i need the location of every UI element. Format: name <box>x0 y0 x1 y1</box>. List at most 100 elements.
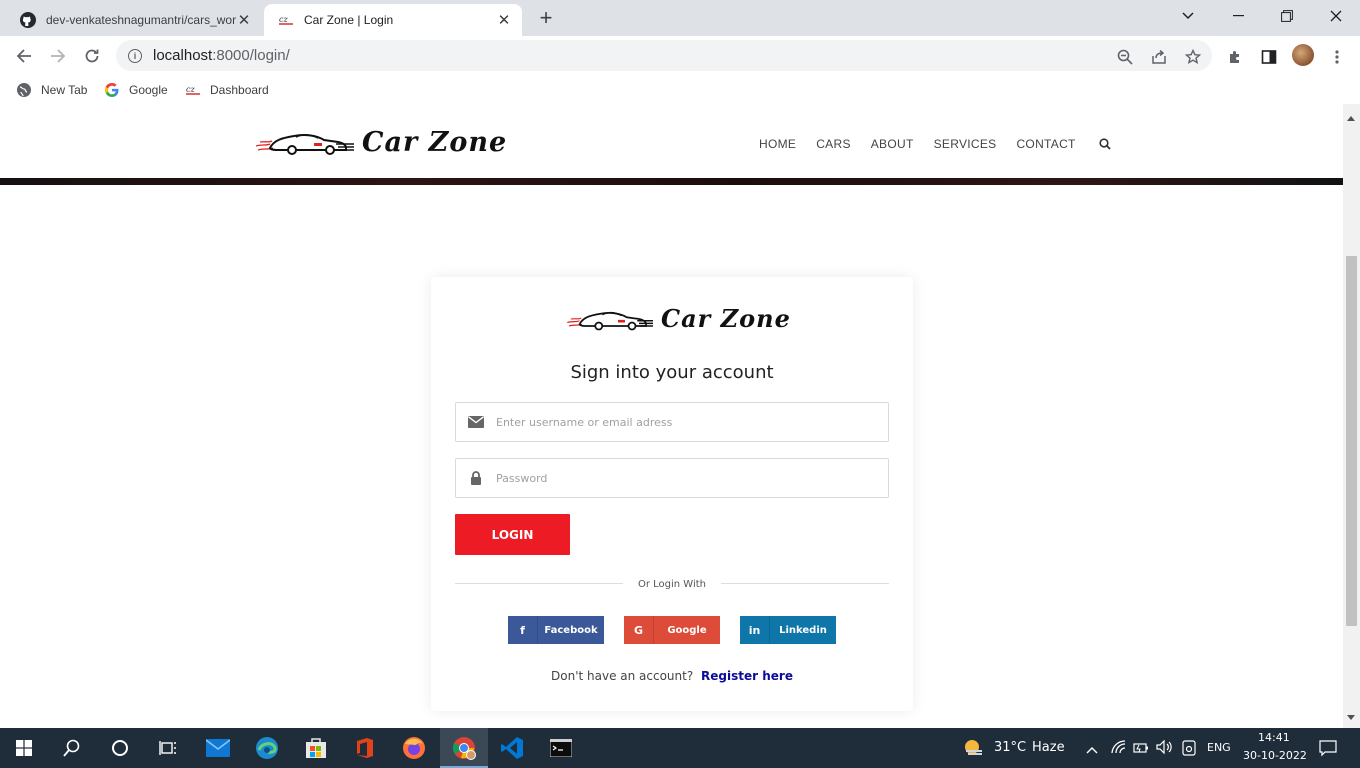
windows-taskbar: 31°C Haze ENG 14:41 30-10-2022 <box>0 728 1360 768</box>
brand-name: Car Zone <box>661 304 791 333</box>
mail-icon[interactable] <box>194 728 242 768</box>
scrollbar-thumb[interactable] <box>1346 256 1357 626</box>
profile-avatar[interactable] <box>1292 44 1314 66</box>
volume-icon[interactable] <box>1156 739 1174 759</box>
office-icon[interactable] <box>341 728 389 768</box>
login-button[interactable]: LOGIN <box>455 514 570 555</box>
bookmark-star-icon[interactable] <box>1182 46 1204 68</box>
close-tab-icon[interactable]: ✕ <box>236 12 252 29</box>
nav-services[interactable]: SERVICES <box>934 137 997 151</box>
bookmarks-bar: New Tab Google cz Dashboard <box>0 76 1360 104</box>
browser-tab-github[interactable]: dev-venkateshnagumantri/cars_wor ✕ <box>6 4 262 36</box>
minimize-button[interactable] <box>1214 0 1262 32</box>
cortana-icon[interactable] <box>96 728 144 768</box>
tab-search-icon[interactable] <box>1164 0 1212 32</box>
windows-start-icon[interactable] <box>0 728 48 768</box>
site-header: Car Zone HOME CARS ABOUT SERVICES CONTAC… <box>0 104 1343 178</box>
password-field[interactable] <box>455 458 889 498</box>
facebook-icon: f <box>508 616 538 644</box>
password-input[interactable] <box>496 471 876 485</box>
nav-about[interactable]: ABOUT <box>871 137 914 151</box>
chrome-icon[interactable] <box>440 728 488 768</box>
chevron-up-icon[interactable] <box>1086 741 1098 759</box>
carzone-favicon: cz <box>185 82 201 98</box>
tab-title: Car Zone | Login <box>304 13 394 27</box>
address-bar[interactable]: i localhost:8000/login/ <box>116 40 1212 71</box>
url-text[interactable]: localhost:8000/login/ <box>153 47 290 64</box>
envelope-icon <box>456 416 496 428</box>
lock-icon <box>456 471 496 485</box>
extensions-icon[interactable] <box>1224 46 1246 68</box>
google-label: Google <box>667 624 707 636</box>
weather-icon[interactable] <box>963 738 985 763</box>
username-input[interactable] <box>496 415 876 429</box>
google-plus-icon: G <box>624 616 654 644</box>
scroll-up-arrow-icon[interactable] <box>1347 116 1355 121</box>
register-prompt-text: Don't have an account? <box>551 669 694 683</box>
wifi-icon[interactable] <box>1111 740 1127 759</box>
page-viewport: Car Zone HOME CARS ABOUT SERVICES CONTAC… <box>0 104 1343 728</box>
svg-text:cz: cz <box>186 85 195 94</box>
nav-cars[interactable]: CARS <box>816 137 851 151</box>
store-icon[interactable] <box>292 728 340 768</box>
site-logo[interactable]: Car Zone <box>256 126 507 158</box>
linkedin-login-button[interactable]: in Linkedin <box>740 616 836 644</box>
site-info-icon[interactable]: i <box>128 48 142 63</box>
bookmark-dashboard[interactable]: cz Dashboard <box>185 82 269 98</box>
close-window-button[interactable] <box>1312 0 1360 32</box>
site-nav: HOME CARS ABOUT SERVICES CONTACT <box>759 137 1111 151</box>
bookmark-label: Dashboard <box>210 83 269 97</box>
scroll-down-arrow-icon[interactable] <box>1347 715 1355 720</box>
car-logo-icon <box>256 134 354 155</box>
google-icon <box>104 82 120 98</box>
terminal-icon[interactable] <box>537 728 585 768</box>
notification-icon[interactable] <box>1319 739 1337 762</box>
bookmark-new-tab[interactable]: New Tab <box>16 82 87 98</box>
tab-title: dev-venkateshnagumantri/cars_wor <box>46 13 236 27</box>
meet-now-icon[interactable] <box>1182 740 1196 761</box>
battery-icon[interactable] <box>1133 741 1149 759</box>
nav-home[interactable]: HOME <box>759 137 796 151</box>
brand-name: Car Zone <box>362 126 508 158</box>
nav-contact[interactable]: CONTACT <box>1016 137 1075 151</box>
page-scrollbar[interactable] <box>1343 104 1360 728</box>
clock-time[interactable]: 14:41 <box>1258 731 1290 744</box>
bookmark-label: New Tab <box>41 83 88 97</box>
weather-temp[interactable]: 31°C <box>994 740 1026 755</box>
reload-button[interactable] <box>80 44 104 68</box>
back-button[interactable] <box>12 44 36 68</box>
google-login-button[interactable]: G Google <box>624 616 720 644</box>
browser-tab-carzone[interactable]: cz Car Zone | Login ✕ <box>264 4 522 36</box>
car-logo-icon <box>567 311 653 330</box>
login-heading: Sign into your account <box>570 362 774 383</box>
register-link[interactable]: Register here <box>701 669 793 683</box>
card-logo: Car Zone <box>566 304 791 333</box>
more-menu-icon[interactable] <box>1326 46 1348 68</box>
bookmark-label: Google <box>129 83 168 97</box>
divider-right <box>721 583 889 584</box>
firefox-icon[interactable] <box>390 728 438 768</box>
task-view-icon[interactable] <box>144 728 192 768</box>
clock-date[interactable]: 30-10-2022 <box>1243 749 1307 762</box>
vscode-icon[interactable] <box>488 728 536 768</box>
github-icon <box>20 12 36 28</box>
browser-tab-strip: dev-venkateshnagumantri/cars_wor ✕ cz Ca… <box>0 0 1360 36</box>
bookmark-google[interactable]: Google <box>104 82 168 98</box>
facebook-label: Facebook <box>544 624 598 636</box>
side-panel-icon[interactable] <box>1258 46 1280 68</box>
taskbar-search-icon[interactable] <box>48 728 96 768</box>
close-tab-icon[interactable]: ✕ <box>496 12 512 29</box>
share-icon[interactable] <box>1148 46 1170 68</box>
forward-button[interactable] <box>46 44 70 68</box>
language-indicator[interactable]: ENG <box>1207 741 1231 754</box>
weather-desc[interactable]: Haze <box>1032 740 1065 755</box>
zoom-icon[interactable] <box>1114 46 1136 68</box>
facebook-login-button[interactable]: f Facebook <box>508 616 604 644</box>
username-field[interactable] <box>455 402 889 442</box>
register-prompt: Don't have an account? Register here <box>431 669 913 683</box>
search-icon[interactable] <box>1099 138 1111 150</box>
linkedin-icon: in <box>740 616 770 644</box>
new-tab-button[interactable]: + <box>534 5 558 30</box>
restore-button[interactable] <box>1263 0 1311 32</box>
edge-browser-icon[interactable] <box>243 728 291 768</box>
